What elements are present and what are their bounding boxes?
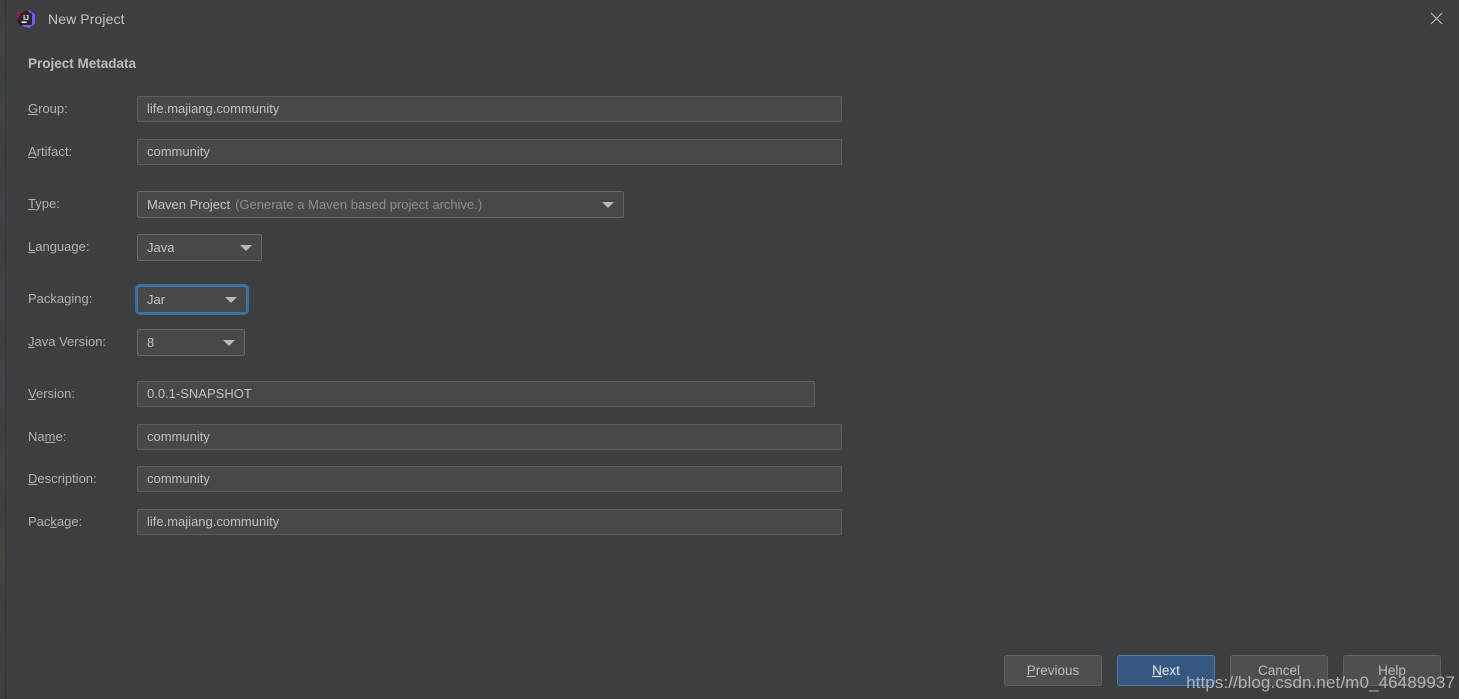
label-java-version: Java Version: [28,334,107,349]
group-input[interactable]: life.majiang.community [137,96,842,122]
language-dropdown[interactable]: Java [137,234,262,261]
packaging-value: Jar [147,292,166,307]
type-hint: (Generate a Maven based project archive.… [235,197,483,212]
dialog-titlebar: IJ New Project [6,0,1459,37]
watermark-text: https://blog.csdn.net/m0_46489937 [1186,673,1455,692]
label-version: Version: [28,386,75,401]
packaging-dropdown[interactable]: Jar [137,286,247,313]
close-icon[interactable] [1413,3,1459,35]
label-type: Type: [28,196,60,211]
version-input[interactable]: 0.0.1-SNAPSHOT [137,381,815,407]
artifact-input[interactable]: community [137,139,842,165]
java-version-value: 8 [147,335,155,350]
previous-button[interactable]: Previous [1004,655,1102,686]
java-version-dropdown[interactable]: 8 [137,329,245,356]
dialog-content: Project Metadata Group: life.majiang.com… [6,37,1459,699]
label-package: Package: [28,514,83,529]
description-input[interactable]: community [137,466,842,492]
svg-text:IJ: IJ [23,15,29,22]
label-artifact: Artifact: [28,144,73,159]
name-input[interactable]: community [137,424,842,450]
chevron-down-icon [225,296,237,303]
label-language: Language: [28,239,90,254]
chevron-down-icon [602,201,614,208]
next-button-label: Next [1152,663,1180,678]
intellij-idea-logo-icon: IJ [16,9,36,29]
chevron-down-icon [223,339,235,346]
package-input[interactable]: life.majiang.community [137,509,842,535]
dialog-title: New Project [48,10,125,27]
label-name: Name: [28,429,67,444]
background-window-sliver [0,0,6,699]
type-dropdown[interactable]: Maven Project (Generate a Maven based pr… [137,191,624,218]
type-value: Maven Project [147,197,231,212]
label-group: Group: [28,101,68,116]
page-title: Project Metadata [28,56,137,71]
language-value: Java [147,240,175,255]
label-packaging: Packaging: [28,291,93,306]
label-description: Description: [28,471,97,486]
previous-button-label: Previous [1026,663,1080,678]
chevron-down-icon [240,244,252,251]
